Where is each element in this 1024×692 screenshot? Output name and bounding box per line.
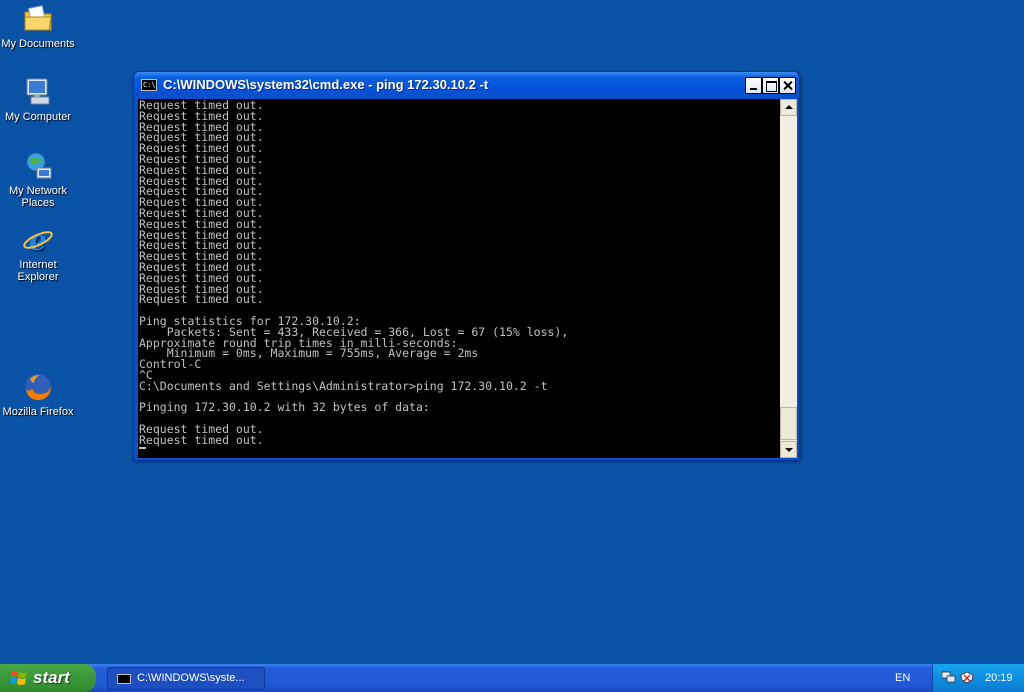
desktop-icon-my-network-places[interactable]: My Network Places — [0, 150, 76, 209]
internet-explorer-icon: e — [23, 224, 53, 256]
scroll-down-button[interactable] — [780, 441, 797, 458]
start-button[interactable]: start — [0, 664, 96, 692]
desktop-icon-label: My Network Places — [8, 185, 68, 209]
windows-logo-icon — [10, 671, 27, 685]
console-line: Request timed out. — [139, 432, 264, 447]
console-line: Pinging 172.30.10.2 with 32 bytes of dat… — [139, 400, 430, 415]
scroll-up-button[interactable] — [780, 99, 797, 116]
cmd-window: C:\ C:\WINDOWS\system32\cmd.exe - ping 1… — [133, 71, 800, 461]
firefox-icon — [25, 374, 51, 401]
taskbar-button-cmd[interactable]: C:\WINDOWS\syste... — [107, 667, 265, 690]
desktop-icon-label: My Computer — [4, 111, 72, 123]
network-connection-icon[interactable] — [942, 671, 956, 684]
computer-icon — [26, 78, 50, 105]
start-label: start — [33, 668, 70, 687]
desktop-icon-label: Internet Explorer — [17, 259, 59, 283]
vertical-scrollbar[interactable] — [780, 99, 797, 458]
maximize-button[interactable] — [762, 77, 779, 94]
console-output[interactable]: Request timed out. Request timed out. Requ… — [138, 99, 780, 458]
console-line: Control-C — [139, 357, 202, 372]
taskbar-button-label: C:\WINDOWS\syste... — [137, 672, 245, 684]
console-cursor — [139, 446, 146, 449]
desktop-icon-my-documents[interactable]: My Documents — [0, 3, 76, 50]
system-tray: 20:19 — [932, 664, 1024, 692]
taskbar: start C:\WINDOWS\syste... EN 20:19 — [0, 664, 1024, 692]
window-title: C:\WINDOWS\system32\cmd.exe - ping 172.3… — [163, 77, 489, 92]
minimize-button[interactable] — [745, 77, 762, 94]
cmd-icon — [117, 674, 131, 684]
clock[interactable]: 20:19 — [985, 672, 1013, 684]
console-line: Minimum = 0ms, Maximum = 755ms, Average … — [139, 346, 479, 361]
console-line: Request timed out. — [139, 292, 264, 307]
desktop-icon-mozilla-firefox[interactable]: Mozilla Firefox — [0, 371, 76, 418]
desktop-icon-label: Mozilla Firefox — [2, 406, 74, 418]
folder-documents-icon — [24, 5, 52, 31]
language-indicator[interactable]: EN — [895, 672, 910, 684]
window-titlebar[interactable]: C:\ C:\WINDOWS\system32\cmd.exe - ping 1… — [134, 72, 799, 99]
scrollbar-thumb[interactable] — [780, 407, 797, 440]
security-alert-icon[interactable] — [960, 671, 974, 684]
window-client-area: Request timed out. Request timed out. Requ… — [138, 99, 797, 458]
cmd-icon[interactable]: C:\ — [141, 79, 157, 91]
desktop-icon-label: My Documents — [1, 38, 75, 50]
desktop-icon-internet-explorer[interactable]: e Internet Explorer — [0, 224, 76, 283]
close-button[interactable] — [779, 77, 796, 94]
svg-text:e: e — [29, 224, 47, 256]
console-line: C:\Documents and Settings\Administrator>… — [139, 378, 548, 393]
network-icon — [26, 152, 52, 179]
desktop-icon-my-computer[interactable]: My Computer — [0, 76, 76, 123]
